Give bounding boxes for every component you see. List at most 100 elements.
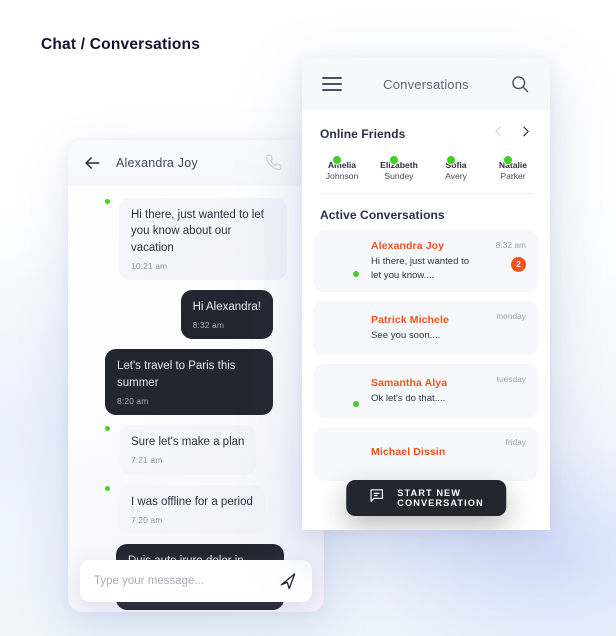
conversation-meta: tuesday: [480, 374, 526, 384]
conversations-title: Conversations: [383, 76, 469, 92]
start-new-conversation-button[interactable]: START NEW CONVERSATION: [346, 480, 506, 516]
conversation-preview: Hi there, just wanted to let you know...…: [371, 256, 470, 281]
start-new-conversation-label: START NEW CONVERSATION: [397, 488, 484, 508]
conversation-row[interactable]: Samantha Alya Ok let's do that.... tuesd…: [314, 363, 538, 418]
page-title: Chat / Conversations: [41, 36, 201, 53]
online-dot: [446, 155, 456, 165]
conversation-meta: 8:32 am 2: [480, 240, 526, 273]
friend-item[interactable]: Amanda Jones: [548, 154, 550, 181]
message-text: I was offline for a period: [131, 495, 253, 508]
message-time: 8:20 am: [117, 396, 149, 407]
avatar: [80, 425, 111, 455]
conversation-row[interactable]: Patrick Michele See you soon.... monday: [314, 300, 538, 355]
phone-icon[interactable]: [265, 154, 282, 171]
conversation-body: Alexandra Joy Hi there, just wanted to l…: [371, 240, 480, 281]
message-bubble: Sure let's make a plan 7:21 am: [119, 425, 257, 475]
conversation-name: Samantha Alya: [371, 376, 448, 389]
message-row: Hi Alexandra! 8:32 am: [80, 290, 313, 340]
message-row: Hi there, just wanted to let you know ab…: [80, 198, 312, 281]
message-time: 7:20 am: [131, 514, 163, 525]
message-thread[interactable]: Hi there, just wanted to let you know ab…: [68, 186, 324, 612]
online-dot: [352, 399, 360, 408]
conversation-body: Michael Dissin: [371, 446, 480, 461]
message-bubble: Hi there, just wanted to let you know ab…: [119, 198, 287, 281]
conversation-list[interactable]: Alexandra Joy Hi there, just wanted to l…: [302, 230, 550, 481]
friend-last-name: Sundey: [384, 170, 414, 181]
chevron-right-icon[interactable]: [519, 124, 532, 144]
online-dot: [389, 155, 399, 165]
conversation-time: monday: [496, 310, 526, 321]
online-dot: [104, 198, 111, 205]
send-cursor-icon[interactable]: [278, 571, 298, 591]
hamburger-icon[interactable]: [322, 77, 342, 91]
friend-item[interactable]: Elizabeth Sundey: [377, 154, 421, 181]
avatar: [326, 374, 360, 408]
message-row: I was offline for a period 7:20 am: [80, 484, 312, 534]
conversations-header: Conversations: [302, 58, 550, 110]
carousel-arrows: [492, 124, 532, 144]
conversation-meta: friday: [480, 437, 526, 447]
message-text: Let's travel to Paris this summer: [117, 360, 236, 389]
online-dot: [104, 484, 111, 492]
message-time: 8:32 am: [192, 320, 225, 331]
message-row: Sure let's make a plan 7:21 am: [80, 425, 312, 475]
online-dot: [332, 155, 342, 165]
conversation-body: Samantha Alya Ok let's do that....: [371, 377, 480, 405]
conversation-name: Patrick Michele: [371, 313, 449, 326]
online-dot: [352, 270, 360, 279]
conversation-preview: Ok let's do that....: [371, 392, 446, 404]
online-friends-section-header: Online Friends: [302, 110, 550, 152]
conversation-row[interactable]: Alexandra Joy Hi there, just wanted to l…: [314, 230, 538, 292]
chat-header: Alexandra Joy: [68, 140, 324, 186]
friend-item[interactable]: Amelia Johnson: [320, 154, 364, 181]
message-text: Hi there, just wanted to let you know ab…: [131, 209, 264, 254]
friend-last-name: Parker: [500, 170, 526, 181]
conversation-row[interactable]: Michael Dissin friday: [314, 426, 538, 481]
chat-contact-name: Alexandra Joy: [116, 156, 198, 170]
online-friends-title: Online Friends: [320, 127, 406, 141]
message-input[interactable]: [94, 575, 278, 587]
friend-last-name: Jones: [548, 171, 550, 182]
friend-last-name: Avery: [445, 170, 467, 181]
message-bubble: Let's travel to Paris this summer 8:20 a…: [105, 349, 273, 416]
conversation-time: friday: [505, 436, 526, 447]
avatar: [326, 311, 360, 345]
message-bubble: I was offline for a period 7:20 am: [119, 484, 265, 534]
friend-item[interactable]: Natalie Parker: [491, 154, 535, 181]
avatar: [80, 484, 111, 515]
message-text: Hi Alexandra!: [192, 301, 261, 314]
message-bubble: Hi Alexandra! 8:32 am: [180, 290, 273, 340]
unread-badge: 2: [511, 257, 526, 273]
avatar: [80, 198, 111, 228]
online-dot: [503, 155, 513, 165]
active-conversations-title: Active Conversations: [320, 208, 445, 223]
friend-first-name: Elizabeth: [380, 160, 418, 170]
conversation-meta: monday: [480, 311, 526, 321]
message-text: Sure let's make a plan: [131, 436, 245, 449]
avatar: [326, 437, 360, 471]
friend-first-name: Amanda: [548, 160, 550, 171]
online-dot: [104, 425, 111, 433]
avatar: [326, 244, 360, 279]
message-time: 7:21 am: [131, 455, 163, 466]
friend-first-name: Sofia: [445, 160, 467, 170]
conversation-time: 8:32 am: [495, 240, 526, 251]
conversation-time: tuesday: [496, 373, 526, 384]
message-row: Let's travel to Paris this summer 8:20 a…: [80, 349, 313, 416]
search-icon[interactable]: [510, 74, 530, 94]
message-time: 10:21 am: [131, 260, 168, 271]
conversation-body: Patrick Michele See you soon....: [371, 314, 480, 342]
online-friends-list[interactable]: Amelia Johnson Elizabeth Sundey Sofia Av…: [302, 152, 550, 181]
friend-last-name: Johnson: [325, 170, 359, 181]
chat-bubble-icon: [368, 487, 385, 509]
chevron-left-icon[interactable]: [492, 124, 505, 144]
active-conversations-section-header: Active Conversations: [302, 194, 550, 230]
message-composer[interactable]: [80, 560, 312, 602]
conversation-name: Michael Dissin: [371, 446, 446, 459]
arrow-left-icon[interactable]: [82, 153, 102, 173]
chat-thread-panel: Alexandra Joy Hi there, just wanted to l…: [68, 140, 324, 612]
friend-first-name: Amelia: [327, 160, 357, 170]
friend-first-name: Natalie: [498, 160, 528, 170]
conversation-preview: See you soon....: [371, 329, 441, 341]
friend-item[interactable]: Sofia Avery: [434, 154, 478, 181]
